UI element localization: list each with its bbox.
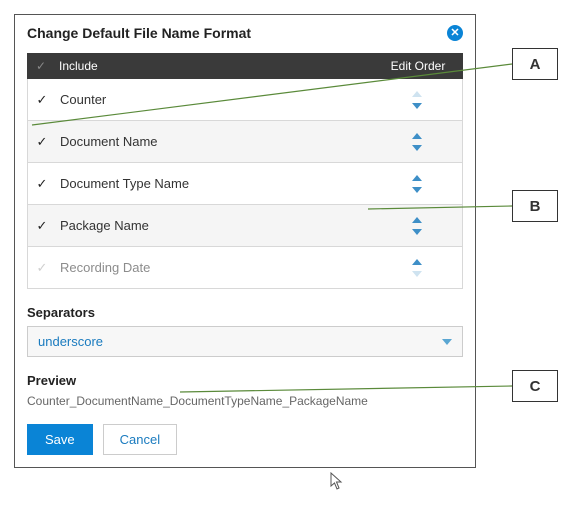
callout-c: C xyxy=(512,370,558,402)
separators-dropdown[interactable]: underscore xyxy=(27,326,463,357)
move-up-icon xyxy=(412,91,422,97)
move-up-icon[interactable] xyxy=(412,175,422,181)
check-icon xyxy=(37,260,48,276)
order-controls xyxy=(372,171,462,197)
separators-label: Separators xyxy=(27,305,463,320)
include-checkbox[interactable] xyxy=(28,134,56,150)
preview-text: Counter_DocumentName_DocumentTypeName_Pa… xyxy=(27,394,463,408)
move-up-icon[interactable] xyxy=(412,133,422,139)
callout-b: B xyxy=(512,190,558,222)
header-include: Include xyxy=(55,59,373,73)
header-check-column xyxy=(27,59,55,73)
separators-selected: underscore xyxy=(38,334,103,349)
check-icon xyxy=(37,92,48,108)
header-edit-order: Edit Order xyxy=(373,59,463,73)
move-down-icon[interactable] xyxy=(412,145,422,151)
move-up-icon[interactable] xyxy=(412,217,422,223)
table-row: Counter xyxy=(27,79,463,121)
preview-label: Preview xyxy=(27,373,463,388)
move-down-icon[interactable] xyxy=(412,229,422,235)
cursor-icon xyxy=(330,472,344,493)
check-icon xyxy=(36,59,46,73)
save-button[interactable]: Save xyxy=(27,424,93,455)
chevron-down-icon xyxy=(442,339,452,345)
table-body: Counter Document Name Document Type Name Pa… xyxy=(27,79,463,289)
row-label: Document Type Name xyxy=(56,176,372,191)
order-controls xyxy=(372,255,462,281)
order-controls xyxy=(372,129,462,155)
order-controls xyxy=(372,87,462,113)
dialog-title: Change Default File Name Format xyxy=(27,25,251,41)
filename-format-dialog: Change Default File Name Format ✕ Includ… xyxy=(14,14,476,468)
row-label: Recording Date xyxy=(56,260,372,275)
include-checkbox[interactable] xyxy=(28,218,56,234)
check-icon xyxy=(37,176,48,192)
check-icon xyxy=(37,134,48,150)
move-up-icon[interactable] xyxy=(412,259,422,265)
dialog-buttons: Save Cancel xyxy=(27,424,463,455)
table-row: Document Type Name xyxy=(27,163,463,205)
move-down-icon xyxy=(412,271,422,277)
row-label: Counter xyxy=(56,92,372,107)
cancel-button[interactable]: Cancel xyxy=(103,424,177,455)
close-icon[interactable]: ✕ xyxy=(447,25,463,41)
check-icon xyxy=(37,218,48,234)
table-row: Document Name xyxy=(27,121,463,163)
callout-a: A xyxy=(512,48,558,80)
move-down-icon[interactable] xyxy=(412,103,422,109)
table-header: Include Edit Order xyxy=(27,53,463,79)
row-label: Document Name xyxy=(56,134,372,149)
row-label: Package Name xyxy=(56,218,372,233)
table-row: Recording Date xyxy=(27,247,463,289)
include-checkbox[interactable] xyxy=(28,176,56,192)
order-controls xyxy=(372,213,462,239)
table-row: Package Name xyxy=(27,205,463,247)
dialog-header: Change Default File Name Format ✕ xyxy=(27,25,463,41)
include-checkbox[interactable] xyxy=(28,260,56,276)
include-checkbox[interactable] xyxy=(28,92,56,108)
move-down-icon[interactable] xyxy=(412,187,422,193)
